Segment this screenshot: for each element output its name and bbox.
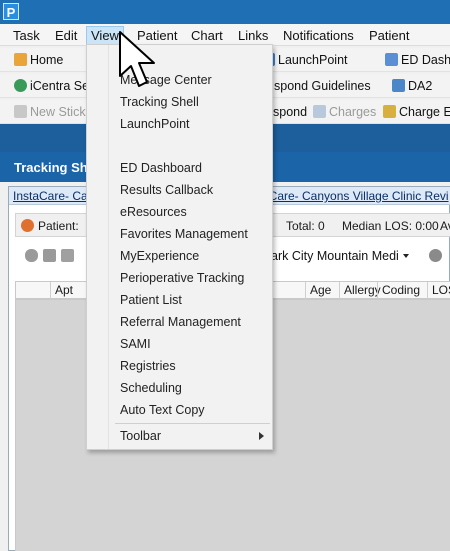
mouse-pointer-icon (119, 31, 155, 87)
menu-gutter (87, 45, 109, 449)
app-logo-icon: P (3, 3, 19, 20)
tab-instacare[interactable]: InstaCare- Ca (13, 189, 88, 203)
view-menu-item-toolbar[interactable]: Toolbar (109, 425, 272, 447)
patient-icon (21, 219, 34, 232)
menu-task[interactable]: Task (9, 26, 44, 45)
patient-label: Patient: (38, 219, 79, 233)
menu-links[interactable]: Links (234, 26, 272, 45)
menu-chart[interactable]: Chart (187, 26, 227, 45)
chevron-right-icon (259, 432, 264, 440)
da2-icon (392, 79, 405, 92)
view-menu-item-launchpoint[interactable]: LaunchPoint (109, 113, 272, 135)
title-bar: P (0, 0, 450, 24)
people-icon[interactable] (43, 249, 56, 262)
refresh-icon[interactable] (429, 249, 442, 262)
average-stat-truncated: Av (440, 219, 450, 233)
person-icon[interactable] (25, 249, 38, 262)
view-menu-item-perioperative-tracking[interactable]: Perioperative Tracking (109, 267, 272, 289)
view-menu-item-registries[interactable]: Registries (109, 355, 272, 377)
view-menu-item-myexperience[interactable]: MyExperience (109, 245, 272, 267)
folder-icon[interactable] (61, 249, 74, 262)
menu-patient-actions[interactable]: Patient Actions (365, 26, 450, 62)
menu-notifications[interactable]: Notifications (279, 26, 358, 45)
sticky-note-icon (14, 105, 27, 118)
page-title: Tracking Sh (14, 160, 88, 175)
chevron-down-icon (402, 254, 409, 258)
home-button[interactable]: Home (14, 52, 63, 68)
menu-bar: Task Edit View Patient Chart Links Notif… (0, 24, 450, 62)
charge-entry-button[interactable]: Charge Er (383, 104, 450, 120)
charge-entry-icon (383, 105, 396, 118)
ed-dashboard-button[interactable]: ED Dashb (385, 52, 450, 68)
view-menu-item-sami[interactable]: SAMI (109, 333, 272, 355)
da2-button[interactable]: DA2 (392, 78, 432, 94)
view-menu-item-eresources[interactable]: eResources (109, 201, 272, 223)
total-count: Total: 0 (286, 219, 325, 233)
view-menu-item-scheduling[interactable]: Scheduling (109, 377, 272, 399)
view-menu-dropdown: H Message Center Tracking Shell LaunchPo… (86, 44, 273, 450)
view-menu-item-favorites-management[interactable]: Favorites Management (109, 223, 272, 245)
menu-separator (115, 423, 270, 424)
respond-guidelines-button[interactable]: spond Guidelines (274, 78, 371, 94)
view-menu-item-ed-dashboard[interactable]: ED Dashboard (109, 157, 272, 179)
menu-edit[interactable]: Edit (51, 26, 81, 45)
view-menu-item-results-callback[interactable]: Results Callback (109, 179, 272, 201)
column-coding[interactable]: Coding (377, 282, 429, 299)
location-filter-dropdown[interactable]: ark City Mountain Medi (271, 248, 409, 264)
tab-canyons-village[interactable]: nCare- Canyons Village Clinic Revi (262, 187, 449, 204)
launchpoint-button[interactable]: LaunchPoint (262, 52, 348, 68)
charges-icon (313, 105, 326, 118)
column-los[interactable]: LOS (427, 282, 450, 299)
column-age[interactable]: Age (305, 282, 343, 299)
respond-button[interactable]: spond (273, 104, 307, 120)
charges-button[interactable]: Charges (313, 104, 376, 120)
icentra-button[interactable]: iCentra Se (14, 78, 89, 94)
home-icon (14, 53, 27, 66)
dashboard-icon (385, 53, 398, 66)
view-menu-item-patient-list[interactable]: Patient List (109, 289, 272, 311)
globe-icon (14, 79, 27, 92)
view-menu-item-auto-text-copy[interactable]: Auto Text Copy (109, 399, 272, 421)
view-menu-item-tracking-shell[interactable]: Tracking Shell (109, 91, 272, 113)
column-allergy[interactable]: Allergy (339, 282, 381, 299)
median-los: Median LOS: 0:00 (342, 219, 439, 233)
view-menu-item-referral-management[interactable]: Referral Management (109, 311, 272, 333)
new-sticky-button[interactable]: New Stick (14, 104, 86, 120)
